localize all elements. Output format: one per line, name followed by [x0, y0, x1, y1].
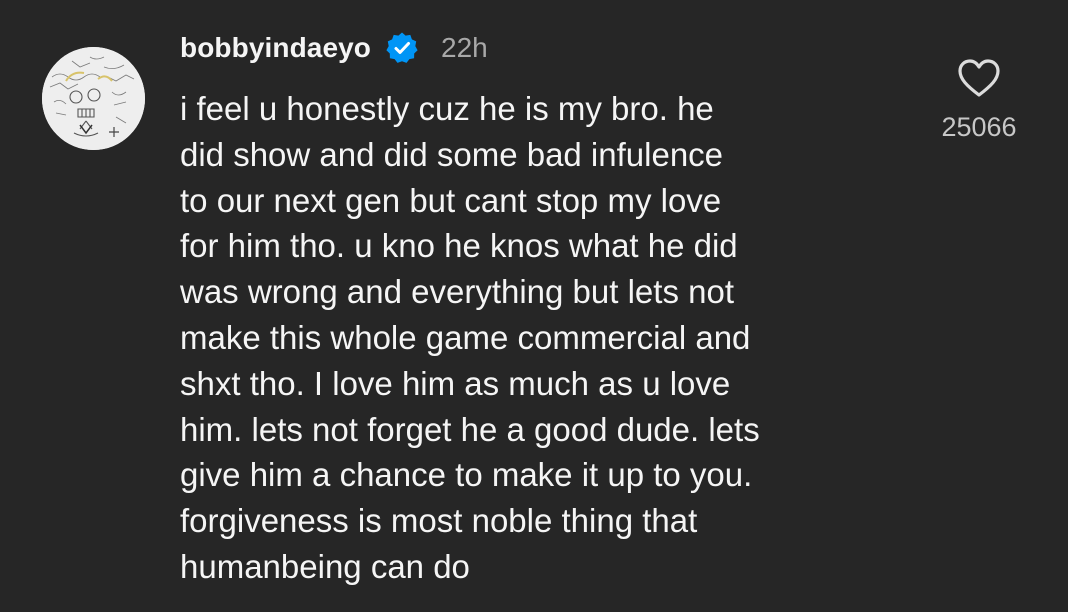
- avatar-doodle-icon: [42, 47, 145, 150]
- comment-line: i feel u honestly cuz he is my bro. he: [180, 90, 714, 127]
- comment-line: humanbeing can do: [180, 547, 470, 585]
- comment-line: to our next gen but cant stop my love: [180, 181, 722, 219]
- comment-line: make this whole game commercial and: [180, 318, 751, 356]
- comment-line: for him tho. u kno he knos what he did: [180, 227, 738, 265]
- like-count: 25066: [941, 112, 1017, 142]
- username[interactable]: bobbyindaeyo: [180, 32, 371, 64]
- heart-outline-icon[interactable]: [957, 58, 1001, 98]
- comment-line: forgiveness is most noble thing that: [180, 502, 698, 540]
- like-section: 25066: [920, 58, 1038, 143]
- comment-header: bobbyindaeyo 22h: [180, 28, 488, 68]
- comment-line: give him a chance to make it up to you.: [180, 456, 753, 494]
- comment: bobbyindaeyo 22h i feel u honestly cuz h…: [0, 0, 1068, 612]
- verified-badge-icon: [386, 32, 418, 63]
- comment-line: was wrong and everything but lets not: [180, 273, 734, 311]
- comment-line: did show and did some bad infulence: [180, 135, 724, 173]
- timestamp: 22h: [441, 32, 488, 63]
- comment-line: shxt tho. I love him as much as u love: [180, 364, 731, 402]
- comment-text: i feel u honestly cuz he is my bro. he d…: [180, 86, 880, 590]
- avatar[interactable]: [42, 47, 145, 150]
- comment-line: him. lets not forget he a good dude. let…: [180, 410, 760, 448]
